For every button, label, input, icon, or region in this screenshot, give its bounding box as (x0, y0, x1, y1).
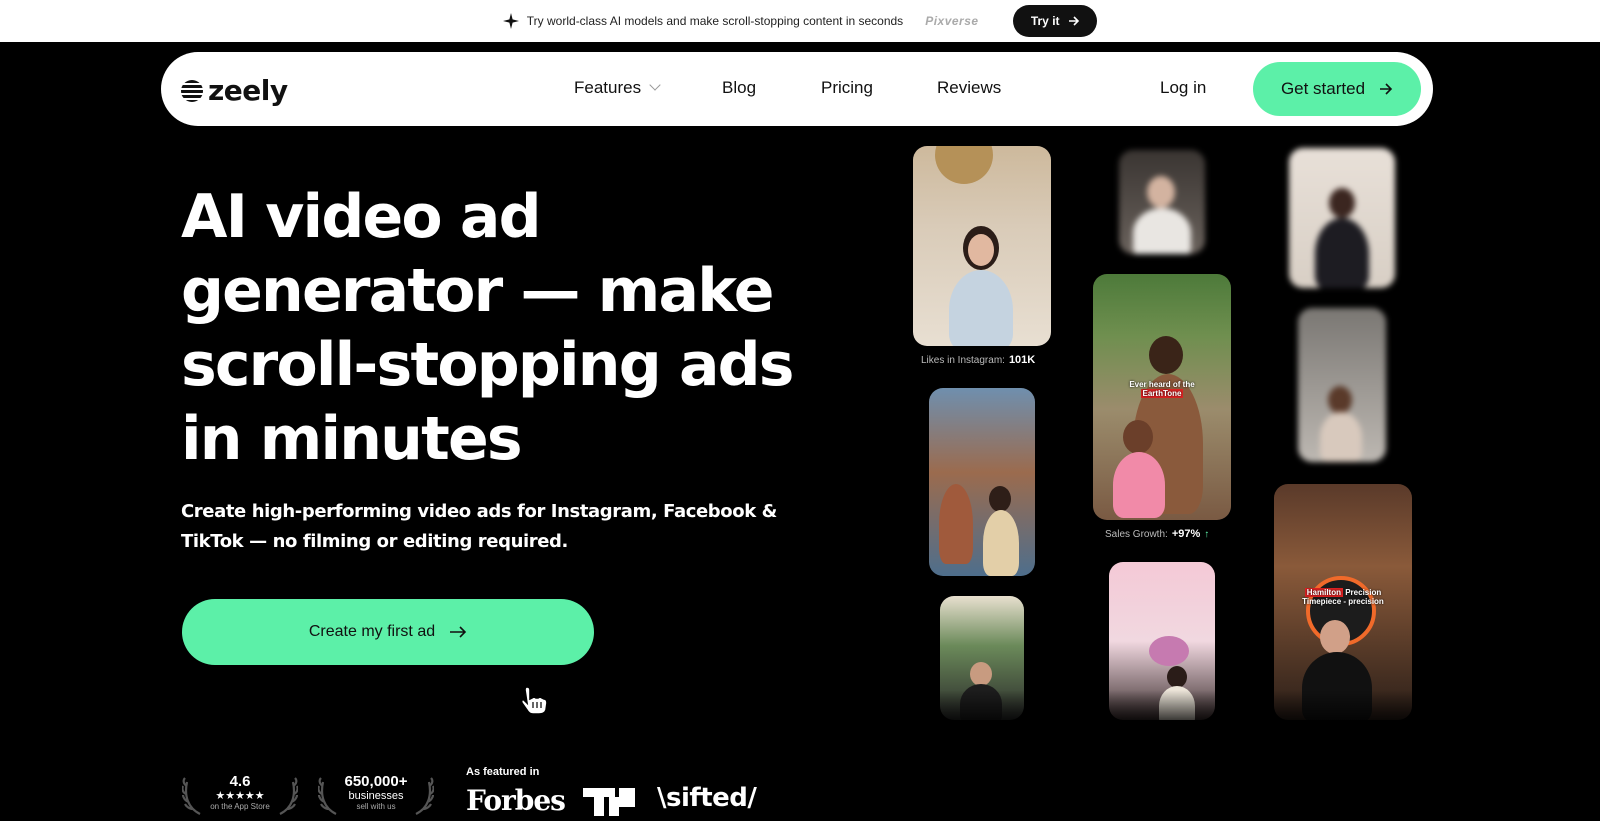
instagram-likes-stat: Likes in Instagram: 101K (921, 354, 1036, 366)
try-it-button[interactable]: Try it (1013, 5, 1098, 37)
person-body (1315, 218, 1369, 288)
sparkle-icon (502, 13, 519, 29)
person-face (970, 662, 992, 686)
get-started-button[interactable]: Get started (1253, 62, 1421, 116)
logo-wordmark: zeely (208, 74, 288, 107)
get-started-label: Get started (1280, 79, 1366, 98)
nav-reviews[interactable]: Reviews (937, 78, 1001, 98)
create-first-ad-label: Create my first ad (308, 623, 436, 640)
person-body (983, 510, 1019, 576)
person-hair (1328, 386, 1352, 414)
create-first-ad-button[interactable]: Create my first ad (182, 599, 594, 665)
presenter-face (1123, 420, 1153, 454)
hand-cursor-icon (520, 686, 548, 715)
video-tile-1[interactable] (913, 146, 1051, 346)
tiles-fade (900, 690, 1420, 730)
login-link[interactable]: Log in (1160, 78, 1206, 98)
hero-subtitle: Create high-performing video ads for Ins… (181, 501, 777, 552)
arrow-right-icon (1380, 83, 1393, 95)
nav-features-label: Features (574, 78, 642, 97)
businesses-badge: 650,000+ businesses sell with us (318, 770, 434, 818)
techcrunch-logo: TC (583, 788, 635, 816)
sifted-logo: \sifted/ (657, 783, 757, 813)
product-jar (935, 146, 993, 184)
logo[interactable]: zeely (181, 74, 288, 107)
person-body (949, 270, 1013, 346)
presenter-body (1113, 452, 1165, 518)
sales-growth-stat: Sales Growth: +97% ↑ (1105, 528, 1210, 540)
forbes-logo: Forbes (466, 784, 566, 817)
arrow-right-icon (1068, 16, 1079, 26)
video-tile-6[interactable] (929, 388, 1035, 576)
person-hair (989, 486, 1011, 512)
laurel-icon (182, 777, 201, 815)
product (1149, 636, 1189, 666)
video-tile-4[interactable]: Ever heard of the EarthTone (1093, 274, 1231, 520)
nav-features[interactable]: Features (574, 78, 661, 98)
chevron-down-icon (649, 79, 661, 91)
laurel-icon (279, 777, 298, 815)
bystander (939, 484, 973, 564)
video-tile-2[interactable] (1119, 150, 1205, 254)
nav-blog[interactable]: Blog (722, 78, 756, 98)
promo-text: Try world-class AI models and make scrol… (526, 14, 904, 28)
try-it-label: Try it (1030, 14, 1060, 28)
app-store-rating-badge: 4.6 ★★★★★ on the App Store (182, 770, 298, 818)
person-hair (1149, 336, 1183, 374)
featured-label: As featured in (466, 766, 540, 778)
hero-title: AI video ad generator — make scroll-stop… (181, 182, 795, 474)
nav-pricing[interactable]: Pricing (821, 78, 873, 98)
logo-mark-icon (181, 79, 203, 102)
person-hair (1329, 188, 1355, 218)
presenter-face (1320, 620, 1350, 654)
promo-banner: Try world-class AI models and make scrol… (0, 0, 1600, 42)
arrow-right-icon (450, 626, 467, 638)
video-tile-3[interactable] (1289, 148, 1395, 288)
partner-logo: Pixverse (925, 14, 979, 28)
person-body (1320, 412, 1362, 462)
tile-overlay-text: Ever heard of the EarthTone (1129, 380, 1195, 398)
person-face (968, 234, 994, 266)
laurel-icon (318, 777, 337, 815)
person-face (1167, 666, 1187, 688)
video-tile-9[interactable]: Hamilton Precision Timepiece - precision (1274, 484, 1412, 720)
person-body (1133, 208, 1191, 254)
tile-overlay-text: Hamilton Precision Timepiece - precision (1302, 588, 1384, 606)
video-tile-5[interactable] (1298, 308, 1386, 462)
laurel-icon (415, 777, 434, 815)
person-face (1147, 176, 1175, 208)
main-nav: zeely Features Blog Pricing Reviews Log … (161, 52, 1433, 126)
